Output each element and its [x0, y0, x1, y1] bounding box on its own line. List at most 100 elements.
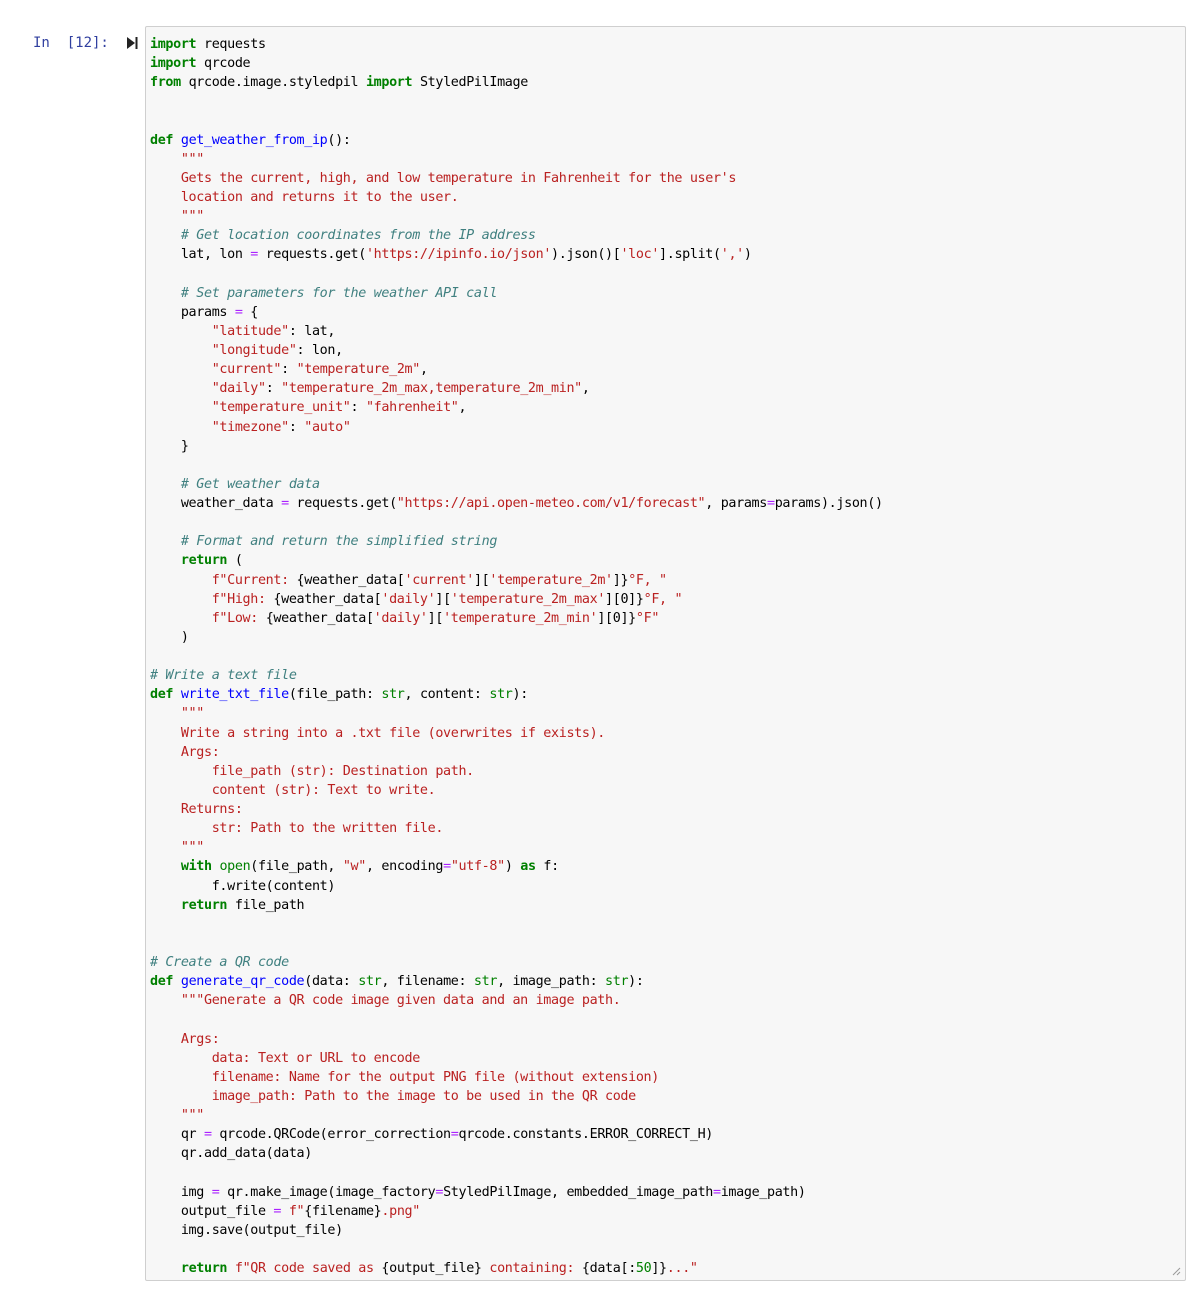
code-token: ][ — [473, 572, 490, 588]
code-token: # Set parameters for the weather API cal… — [150, 285, 498, 301]
code-line: ​ — [150, 915, 883, 934]
code-line: ​ — [150, 647, 883, 666]
code-line: from qrcode.image.styledpil import Style… — [150, 73, 883, 92]
code-token: StyledPilImage, embedded_image_path — [443, 1184, 713, 1200]
code-token: : — [265, 381, 282, 397]
code-token: """ — [150, 840, 204, 856]
code-token: qrcode — [196, 56, 251, 72]
code-token: params — [150, 304, 235, 320]
code-token: = — [250, 247, 258, 263]
code-line: """ — [150, 1106, 883, 1125]
code-line: Args: — [150, 743, 883, 762]
code-token: StyledPilImage — [412, 75, 528, 91]
resize-handle-icon[interactable] — [1171, 1266, 1181, 1276]
code-token: , content: — [404, 687, 490, 703]
code-token: ]} — [612, 572, 629, 588]
code-token: from — [150, 75, 181, 91]
code-token: 'daily' — [373, 610, 428, 626]
code-token: f: — [535, 859, 559, 875]
code-line: "longitude": lon, — [150, 341, 883, 360]
code-token: ]} — [651, 1261, 667, 1276]
code-line: def write_txt_file(file_path: str, conte… — [150, 685, 883, 704]
code-token: img.save(output_file) — [150, 1222, 343, 1238]
code-line: f"High: {weather_data['daily']['temperat… — [150, 590, 883, 609]
code-line: Returns: — [150, 800, 883, 819]
code-line: "temperature_unit": "fahrenheit", — [150, 398, 883, 417]
code-line: "latitude": lat, — [150, 322, 883, 341]
code-token: def — [150, 974, 174, 990]
code-token: filename: Name for the output PNG file (… — [150, 1069, 660, 1085]
code-token: f"Low: — [211, 610, 266, 626]
code-token: requests.get( — [288, 496, 398, 511]
code-token: .png" — [381, 1203, 420, 1219]
code-line: str: Path to the written file. — [150, 819, 883, 838]
code-line: with open(file_path, "w", encoding="utf-… — [150, 857, 883, 876]
code-token: "fahrenheit" — [365, 400, 459, 416]
code-line: "daily": "temperature_2m_max,temperature… — [150, 379, 883, 398]
code-line: f"Current: {weather_data['current']['tem… — [150, 571, 883, 590]
code-cell-editor[interactable]: import requests import qrcode from qrcode.… — [145, 26, 1186, 1281]
code-token: data: Text or URL to encode — [150, 1050, 421, 1066]
code-token: # Get location coordinates from the IP a… — [150, 228, 536, 244]
code-token: = — [713, 1184, 721, 1200]
code-token: °F, " — [643, 591, 683, 607]
code-token: ) — [504, 859, 521, 875]
code-token: °F, " — [628, 572, 667, 588]
code-token: weather_data — [150, 496, 282, 511]
code-line: f"Low: {weather_data['daily']['temperatu… — [150, 609, 883, 628]
code-token: : lat, — [288, 323, 336, 339]
code-line: weather_data = requests.get("https://api… — [150, 494, 883, 513]
code-token: ][0]} — [605, 591, 644, 607]
code-line: Write a string into a .txt file (overwri… — [150, 724, 883, 743]
code-token: = — [203, 1127, 212, 1143]
code-line: Gets the current, high, and low temperat… — [150, 169, 883, 188]
code-token: "temperature_unit" — [211, 400, 351, 416]
code-token: ].split( — [659, 247, 721, 263]
code-token: return — [180, 553, 228, 569]
code-token: (data: — [304, 974, 359, 990]
code-token: get_weather_from_ip — [180, 132, 328, 148]
code-token: Write a string into a .txt file (overwri… — [150, 725, 606, 741]
code-line: data: Text or URL to encode — [150, 1049, 883, 1068]
code-token: f" — [288, 1203, 305, 1219]
code-token: requests — [196, 37, 266, 52]
code-token: img — [150, 1184, 212, 1200]
code-token: qrcode.QRCode(error_correction — [211, 1127, 451, 1143]
code-line: qr = qrcode.QRCode(error_correction=qrco… — [150, 1125, 883, 1144]
code-line: import requests — [150, 35, 883, 54]
code-token: import — [150, 56, 197, 72]
code-token: content (str): Text to write. — [150, 782, 436, 798]
code-token: "auto" — [304, 419, 351, 435]
code-token: return — [180, 897, 228, 913]
code-token: image_path) — [720, 1184, 806, 1200]
code-line: params = { — [150, 303, 883, 322]
code-line: filename: Name for the output PNG file (… — [150, 1068, 883, 1087]
code-token: 'temperature_2m' — [489, 572, 613, 588]
code-token: (): — [327, 132, 351, 148]
code-token: # Write a text file — [150, 668, 297, 684]
code-token: "latitude" — [211, 323, 289, 339]
code-token: as — [520, 859, 536, 875]
code-token: ) — [743, 247, 752, 263]
code-token: containing: — [481, 1261, 582, 1276]
code-line: """ — [150, 838, 883, 857]
run-cell-icon[interactable] — [125, 36, 139, 50]
code-token: str — [605, 974, 629, 990]
code-text[interactable]: import requests import qrcode from qrcode.… — [150, 35, 883, 1278]
code-token: file_path (str): Destination path. — [150, 763, 475, 779]
code-line: """Generate a QR code image given data a… — [150, 991, 883, 1010]
code-token: qr.add_data(data) — [150, 1146, 312, 1162]
code-token: = — [273, 1203, 282, 1219]
code-token: str — [381, 687, 405, 703]
code-line: f.write(content) — [150, 877, 883, 896]
code-token: , image_path: — [497, 974, 606, 990]
code-token: lat, lon — [150, 247, 251, 263]
